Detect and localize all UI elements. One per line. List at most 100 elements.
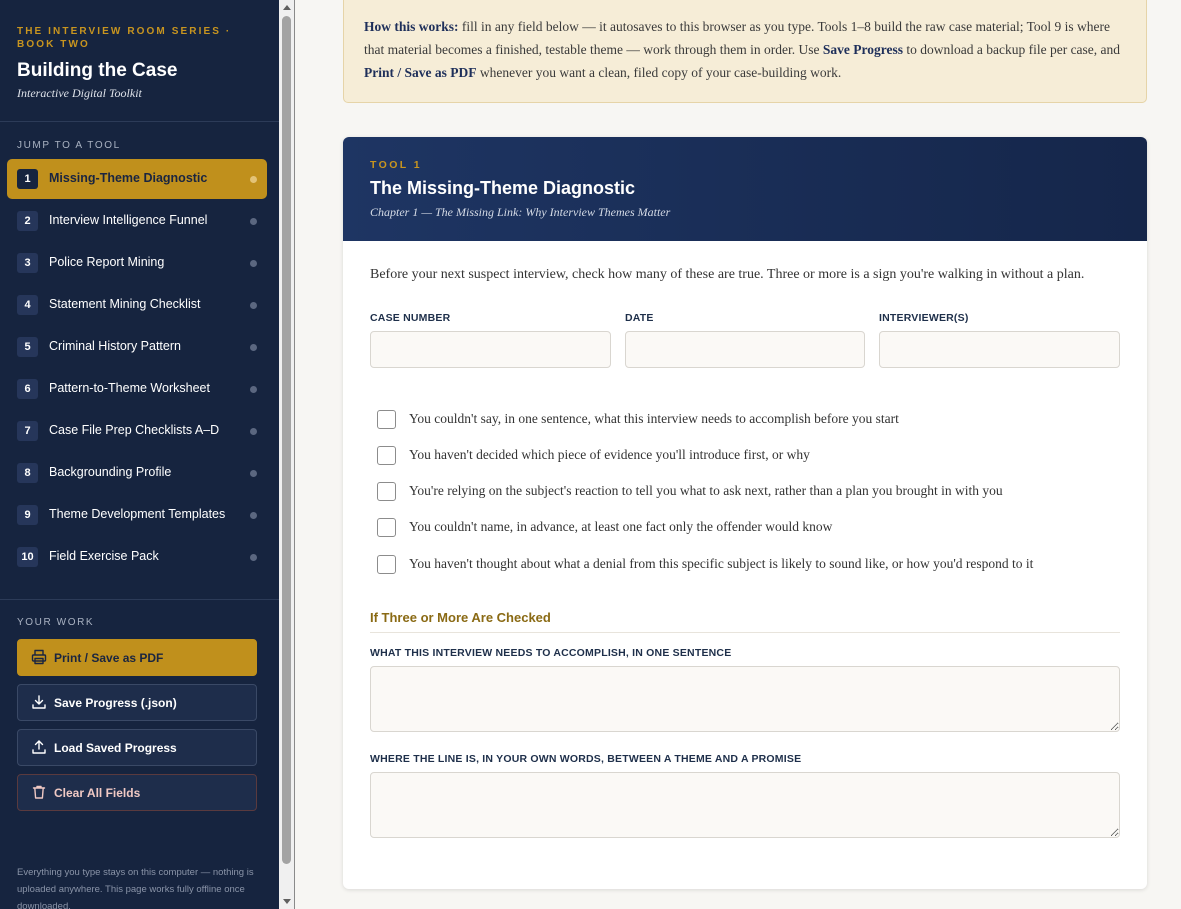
diagnostic-check-5[interactable]: You haven't thought about what a denial … [377, 553, 1033, 575]
sidebar-divider [0, 599, 279, 600]
scroll-up-arrow-icon[interactable] [283, 5, 291, 10]
nav-item-tool-3[interactable]: 3 Police Report Mining [7, 243, 267, 283]
nav-label: Criminal History Pattern [49, 339, 181, 353]
nav-number: 2 [17, 211, 38, 231]
nav-number: 8 [17, 463, 38, 483]
nav-label: Pattern-to-Theme Worksheet [49, 381, 210, 395]
checkbox[interactable] [377, 517, 396, 537]
info-print-ref: Print / Save as PDF [364, 65, 477, 80]
checkbox[interactable] [377, 481, 396, 501]
diagnostic-check-1[interactable]: You couldn't say, in one sentence, what … [377, 408, 899, 430]
load-progress-button[interactable]: Load Saved Progress [17, 729, 257, 766]
diagnostic-check-2[interactable]: You haven't decided which piece of evide… [377, 444, 810, 466]
series-label: The Interview Room Series · Book Two [17, 26, 232, 50]
diagnostic-check-3[interactable]: You're relying on the subject's reaction… [377, 480, 1003, 502]
book-subtitle: Interactive Digital Toolkit [17, 86, 142, 100]
nav-item-tool-4[interactable]: 4 Statement Mining Checklist [7, 285, 267, 325]
check-label: You couldn't say, in one sentence, what … [409, 411, 899, 426]
nav-label: Interview Intelligence Funnel [49, 213, 208, 227]
load-progress-label: Load Saved Progress [54, 741, 177, 755]
nav-label: Theme Development Templates [49, 507, 226, 521]
nav-number: 4 [17, 295, 38, 315]
status-dot-icon [250, 218, 257, 225]
line-textarea[interactable] [370, 772, 1120, 838]
nav-number: 6 [17, 379, 38, 399]
info-text: to download a backup file per case, and [903, 42, 1121, 57]
sidebar-divider [0, 121, 279, 122]
case-number-input[interactable] [370, 331, 611, 368]
tool-header: TOOL 1 The Missing-Theme Diagnostic Chap… [343, 137, 1147, 241]
status-dot-icon [250, 470, 257, 477]
nav-label: Field Exercise Pack [49, 549, 159, 563]
nav-number: 5 [17, 337, 38, 357]
status-dot-icon [250, 554, 257, 561]
status-dot-icon [250, 428, 257, 435]
nav-item-tool-6[interactable]: 6 Pattern-to-Theme Worksheet [7, 369, 267, 409]
download-icon [32, 695, 46, 709]
tool-intro: Before your next suspect interview, chec… [370, 267, 1085, 282]
jump-heading: Jump to a Tool [17, 140, 121, 151]
clear-fields-button[interactable]: Clear All Fields [17, 774, 257, 811]
tool-chapter: Chapter 1 — The Missing Link: Why Interv… [370, 205, 671, 219]
sidebar: The Interview Room Series · Book Two Bui… [0, 0, 279, 909]
nav-label: Statement Mining Checklist [49, 297, 201, 311]
checkbox[interactable] [377, 409, 396, 429]
tool-card: TOOL 1 The Missing-Theme Diagnostic Chap… [343, 137, 1147, 889]
print-button-label: Print / Save as PDF [54, 651, 164, 665]
privacy-note: Everything you type stays on this comput… [17, 867, 254, 909]
sidebar-scrollbar[interactable] [279, 0, 295, 909]
nav-item-tool-1[interactable]: 1 Missing-Theme Diagnostic [7, 159, 267, 199]
goal-textarea[interactable] [370, 666, 1120, 732]
diagnostic-check-4[interactable]: You couldn't name, in advance, at least … [377, 516, 832, 538]
save-progress-button[interactable]: Save Progress (.json) [17, 684, 257, 721]
goal-label: What this interview needs to accomplish,… [370, 647, 732, 659]
scroll-down-arrow-icon[interactable] [283, 899, 291, 904]
work-heading: Your Work [17, 617, 95, 628]
nav-number: 9 [17, 505, 38, 525]
checkbox[interactable] [377, 554, 396, 574]
save-progress-label: Save Progress (.json) [54, 696, 177, 710]
nav-item-tool-2[interactable]: 2 Interview Intelligence Funnel [7, 201, 267, 241]
check-label: You haven't decided which piece of evide… [409, 447, 810, 462]
clear-fields-label: Clear All Fields [54, 786, 141, 800]
nav-item-tool-8[interactable]: 8 Backgrounding Profile [7, 453, 267, 493]
info-save-ref: Save Progress [822, 42, 903, 57]
section-divider [370, 632, 1120, 633]
interviewers-label: Interviewer(s) [879, 312, 969, 324]
nav-label: Police Report Mining [49, 255, 165, 269]
date-input[interactable] [625, 331, 865, 368]
check-label: You're relying on the subject's reaction… [409, 483, 1003, 498]
scroll-thumb[interactable] [282, 16, 291, 864]
printer-icon [31, 649, 47, 665]
status-dot-icon [250, 386, 257, 393]
trash-icon [32, 785, 46, 799]
tool-kicker: TOOL 1 [370, 159, 422, 171]
check-label: You haven't thought about what a denial … [409, 556, 1034, 571]
info-text: whenever you want a clean, filed copy of… [476, 65, 842, 80]
followup-heading: If Three or More Are Checked [370, 610, 551, 625]
nav-number: 10 [17, 547, 38, 567]
book-title: Building the Case [17, 60, 178, 81]
date-label: Date [625, 312, 654, 324]
how-it-works-box: How this works: fill in any field below … [343, 0, 1147, 103]
nav-label: Missing-Theme Diagnostic [49, 171, 208, 185]
nav-label: Case File Prep Checklists A–D [49, 423, 220, 437]
upload-icon [32, 740, 46, 754]
print-button[interactable]: Print / Save as PDF [17, 639, 257, 676]
nav-number: 1 [17, 169, 38, 189]
nav-item-tool-9[interactable]: 9 Theme Development Templates [7, 495, 267, 535]
interviewers-input[interactable] [879, 331, 1120, 368]
status-dot-icon [250, 344, 257, 351]
check-label: You couldn't name, in advance, at least … [409, 519, 833, 534]
status-dot-icon [250, 260, 257, 267]
nav-number: 3 [17, 253, 38, 273]
nav-item-tool-7[interactable]: 7 Case File Prep Checklists A–D [7, 411, 267, 451]
line-label: Where the line is, in your own words, be… [370, 753, 802, 765]
status-dot-icon [250, 302, 257, 309]
case-number-label: Case Number [370, 312, 451, 324]
checkbox[interactable] [377, 445, 396, 465]
tool-title: The Missing-Theme Diagnostic [370, 178, 636, 198]
nav-item-tool-5[interactable]: 5 Criminal History Pattern [7, 327, 267, 367]
nav-item-tool-10[interactable]: 10 Field Exercise Pack [7, 537, 267, 577]
nav-label: Backgrounding Profile [49, 465, 172, 479]
